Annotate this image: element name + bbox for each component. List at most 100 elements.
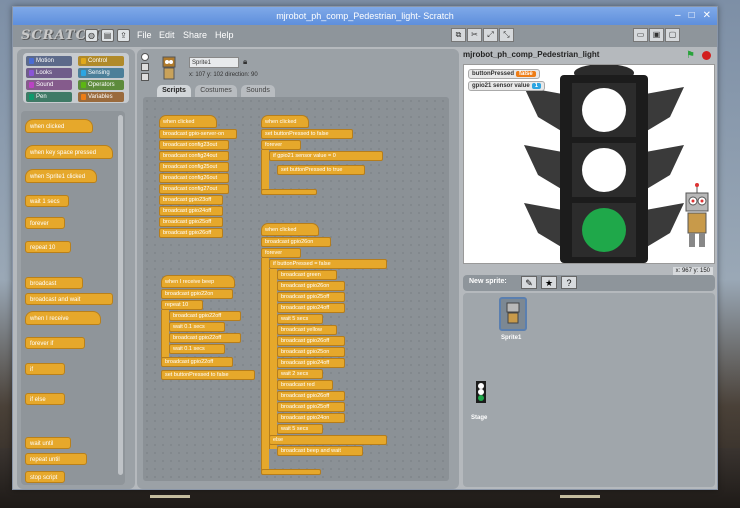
- palette-block[interactable]: forever if: [25, 337, 85, 349]
- palette-block[interactable]: if else: [25, 393, 65, 405]
- palette-block[interactable]: repeat until: [25, 453, 87, 465]
- shrink-icon[interactable]: ⤡: [499, 28, 514, 42]
- tab-sounds[interactable]: Sounds: [241, 85, 275, 97]
- script-block[interactable]: broadcast green: [277, 270, 337, 280]
- category-pen[interactable]: Pen: [26, 92, 72, 102]
- palette-block[interactable]: if: [25, 363, 65, 375]
- script-area[interactable]: when clicked broadcast gpio-server-on br…: [143, 97, 449, 481]
- script-block[interactable]: broadcast gpio25off: [277, 402, 345, 412]
- script-block[interactable]: if buttonPressed = false: [269, 259, 387, 269]
- minimize-icon[interactable]: –: [675, 10, 681, 22]
- palette-scrollbar[interactable]: [118, 115, 123, 475]
- script-block[interactable]: wait 2 secs: [277, 369, 323, 379]
- script-block[interactable]: set buttonPressed to false: [261, 129, 353, 139]
- rotate-icon[interactable]: [141, 53, 149, 61]
- stage-canvas[interactable]: buttonPressed false gpio21 sensor value 1: [463, 64, 715, 264]
- palette-block[interactable]: stop script: [25, 471, 65, 483]
- menu-edit[interactable]: Edit: [159, 30, 175, 40]
- script-block[interactable]: when clicked: [261, 115, 309, 128]
- script-block[interactable]: broadcast yellow: [277, 325, 337, 335]
- script-block[interactable]: broadcast gpio24off: [159, 206, 223, 216]
- script-block[interactable]: broadcast gpio26off: [159, 228, 223, 238]
- grow-icon[interactable]: ⤢: [483, 28, 498, 42]
- category-motion[interactable]: Motion: [26, 56, 72, 66]
- script-block[interactable]: broadcast gpio24off: [277, 358, 345, 368]
- menu-share[interactable]: Share: [183, 30, 207, 40]
- script-block[interactable]: broadcast config26out: [159, 173, 229, 183]
- script-block[interactable]: broadcast gpio26off: [277, 336, 345, 346]
- script-block[interactable]: broadcast gpio25off: [277, 292, 345, 302]
- script-block[interactable]: broadcast config27out: [159, 184, 229, 194]
- script-block[interactable]: else: [269, 435, 387, 445]
- palette-block[interactable]: broadcast: [25, 277, 83, 289]
- stage-thumbnail[interactable]: [469, 379, 497, 413]
- script-block[interactable]: broadcast gpio26off: [277, 391, 345, 401]
- palette-block[interactable]: repeat 10: [25, 241, 71, 253]
- script-block[interactable]: repeat 10: [161, 300, 203, 310]
- script-block[interactable]: forever: [261, 248, 301, 258]
- category-sensing[interactable]: Sensing: [78, 68, 124, 78]
- script-block[interactable]: wait 5 secs: [277, 424, 323, 434]
- script-block[interactable]: broadcast gpio26on: [277, 281, 345, 291]
- palette-block[interactable]: when clicked: [25, 119, 93, 133]
- script-block[interactable]: broadcast config25out: [159, 162, 229, 172]
- stop-icon[interactable]: [702, 51, 711, 60]
- script-block[interactable]: broadcast config24out: [159, 151, 229, 161]
- script-block[interactable]: broadcast gpio23off: [159, 195, 223, 205]
- script-block[interactable]: broadcast gpio22off: [169, 311, 241, 321]
- script-block[interactable]: broadcast gpio25off: [159, 217, 223, 227]
- palette-block[interactable]: when Sprite1 clicked: [25, 169, 97, 183]
- script-block[interactable]: broadcast gpio22off: [161, 357, 233, 367]
- duplicate-icon[interactable]: ⧉: [451, 28, 466, 42]
- script-block[interactable]: when clicked: [261, 223, 319, 236]
- green-flag-icon[interactable]: ⚑: [686, 50, 695, 61]
- palette-block[interactable]: when key space pressed: [25, 145, 113, 159]
- script-block[interactable]: broadcast gpio22off: [169, 333, 241, 343]
- menu-help[interactable]: Help: [215, 30, 234, 40]
- script-block[interactable]: broadcast gpio-server-on: [159, 129, 237, 139]
- script-block[interactable]: broadcast gpio24on: [277, 413, 345, 423]
- maximize-icon[interactable]: □: [689, 10, 695, 22]
- script-block[interactable]: broadcast red: [277, 380, 333, 390]
- choose-sprite-icon[interactable]: ★: [541, 276, 557, 289]
- script-block[interactable]: broadcast gpio26on: [261, 237, 331, 247]
- script-block[interactable]: if gpio21 sensor value = 0: [269, 151, 383, 161]
- palette-block[interactable]: forever: [25, 217, 65, 229]
- palette-block[interactable]: when I receive: [25, 311, 101, 325]
- script-block[interactable]: when clicked: [159, 115, 217, 128]
- palette-block[interactable]: broadcast and wait: [25, 293, 113, 305]
- script-block[interactable]: set buttonPressed to false: [161, 370, 255, 380]
- palette-block[interactable]: wait until: [25, 437, 71, 449]
- script-block[interactable]: broadcast beep and wait: [277, 446, 363, 456]
- close-icon[interactable]: ✕: [703, 10, 711, 22]
- palette-block[interactable]: wait 1 secs: [25, 195, 69, 207]
- script-block[interactable]: wait 0.1 secs: [169, 344, 225, 354]
- menu-file[interactable]: File: [137, 30, 152, 40]
- lock-icon[interactable]: 🔒︎: [243, 57, 247, 67]
- small-stage-icon[interactable]: ▭: [633, 28, 648, 42]
- script-block[interactable]: set buttonPressed to true: [277, 165, 365, 175]
- presentation-icon[interactable]: ▢: [665, 28, 680, 42]
- share-icon[interactable]: ⇪: [117, 29, 130, 42]
- globe-icon[interactable]: ◍: [85, 29, 98, 42]
- category-variables[interactable]: Variables: [78, 92, 124, 102]
- sprite-name-field[interactable]: Sprite1: [189, 57, 239, 68]
- script-block[interactable]: when I receive beep: [161, 275, 235, 288]
- script-block[interactable]: broadcast config23out: [159, 140, 229, 150]
- random-sprite-icon[interactable]: ?: [561, 276, 577, 289]
- flip-icon[interactable]: [141, 63, 149, 71]
- script-block[interactable]: broadcast gpio24off: [277, 303, 345, 313]
- category-looks[interactable]: Looks: [26, 68, 72, 78]
- script-block[interactable]: forever: [261, 140, 301, 150]
- script-block[interactable]: broadcast gpio22on: [161, 289, 233, 299]
- category-sound[interactable]: Sound: [26, 80, 72, 90]
- script-block[interactable]: broadcast gpio25on: [277, 347, 345, 357]
- script-block[interactable]: wait 0.1 secs: [169, 322, 225, 332]
- normal-stage-icon[interactable]: ▣: [649, 28, 664, 42]
- tab-costumes[interactable]: Costumes: [195, 85, 237, 97]
- category-operators[interactable]: Operators: [78, 80, 124, 90]
- category-control[interactable]: Control: [78, 56, 124, 66]
- save-icon[interactable]: ▤: [101, 29, 114, 42]
- script-block[interactable]: wait 5 secs: [277, 314, 323, 324]
- scissors-icon[interactable]: ✂: [467, 28, 482, 42]
